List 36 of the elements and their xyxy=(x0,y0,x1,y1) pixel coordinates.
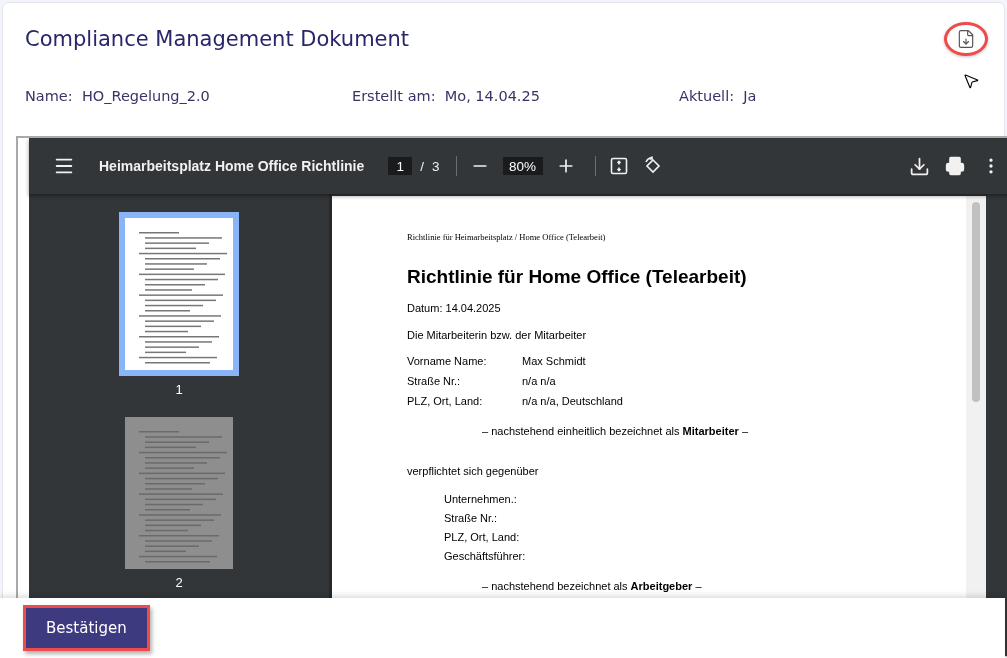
page-count: 3 xyxy=(432,158,440,174)
confirm-button[interactable]: Bestätigen xyxy=(23,605,150,651)
field-label: Straße Nr.: xyxy=(444,511,499,525)
fit-page-icon xyxy=(609,157,628,175)
field-label: Unternehmen.: xyxy=(444,492,518,506)
field-label: Geschäftsführer: xyxy=(444,549,527,563)
meta-field: Name: HO_Regelung_2.0 xyxy=(25,88,210,136)
field-value: n/a n/a xyxy=(522,374,556,388)
page-title: Compliance Management Dokument xyxy=(25,27,410,51)
field-label: Straße Nr.: xyxy=(407,374,461,388)
page-number-field[interactable]: 1 xyxy=(388,157,413,175)
running-header: Richtlinie für Heimarbeitsplatz / Home Office (Telearbeit) xyxy=(407,232,607,242)
document-paragraph: verpflichtet sich gegenüber xyxy=(407,464,540,478)
download-document-button[interactable] xyxy=(944,22,988,56)
scrollbar[interactable] xyxy=(966,196,986,598)
page-thumbnail[interactable] xyxy=(125,417,233,569)
field-value: n/a n/a, Deutschland xyxy=(522,394,623,408)
document-heading: Richtlinie für Home Office (Telearbeit) xyxy=(407,266,748,288)
file-download-icon xyxy=(956,29,976,49)
meta-field: Erstellt am: Mo, 14.04.25 xyxy=(352,88,540,136)
document-paragraph: Datum: 14.04.2025 xyxy=(407,301,502,315)
thumbnail-number: 1 xyxy=(175,382,183,397)
field-label: Vorname Name: xyxy=(407,354,487,368)
page-thumbnail[interactable] xyxy=(125,218,233,370)
zoom-field[interactable]: 80% xyxy=(502,157,543,175)
rotate-icon xyxy=(642,156,663,176)
page-separator: / xyxy=(420,158,425,174)
meta-field: Aktuell: Ja xyxy=(679,88,757,136)
document-title: Heimarbeitsplatz Home Office Richtlinie xyxy=(99,158,365,174)
document-paragraph: – nachstehend einheitlich bezeichnet als Mitarbeiter – xyxy=(482,425,749,437)
field-label: PLZ, Ort, Land: xyxy=(407,394,483,408)
document-paragraph: Die Mitarbeiterin bzw. der Mitarbeiter xyxy=(407,328,588,342)
thumbnail-number: 2 xyxy=(175,575,183,590)
field-value: Max Schmidt xyxy=(522,354,586,368)
document-paragraph: – nachstehend bezeichnet als Arbeitgeber – xyxy=(482,580,702,592)
field-label: PLZ, Ort, Land: xyxy=(444,530,521,544)
